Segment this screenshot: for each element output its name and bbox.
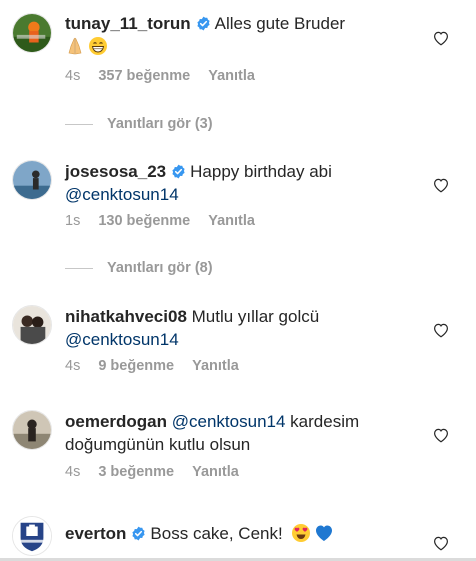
verified-badge-icon [196, 16, 211, 31]
reply-button[interactable]: Yanıtla [192, 358, 239, 374]
comment-time[interactable]: 4s [65, 464, 80, 480]
comment-body: tunay_11_torun Alles gute Bruder [65, 12, 426, 58]
folded-hands-emoji [65, 36, 85, 56]
divider-line [65, 123, 93, 125]
like-heart-icon[interactable] [432, 534, 450, 552]
comment-body: everton Boss cake, Cenk! [65, 522, 426, 545]
reply-button[interactable]: Yanıtla [208, 68, 255, 84]
comment-body: nihatkahveci08 Mutlu yıllar golcü @cenkt… [65, 305, 426, 351]
mention-link[interactable]: @cenktosun14 [65, 330, 179, 349]
verified-badge-icon [131, 526, 146, 541]
comment-time[interactable]: 4s [65, 358, 80, 374]
comment-likes[interactable]: 3 beğenme [98, 464, 174, 480]
comment-time[interactable]: 4s [65, 68, 80, 84]
mention-link[interactable]: @cenktosun14 [65, 185, 179, 204]
like-heart-icon[interactable] [432, 176, 450, 194]
comment-body: josesosa_23 Happy birthday abi @cenktosun… [65, 160, 426, 206]
like-heart-icon[interactable] [432, 321, 450, 339]
like-heart-icon[interactable] [432, 29, 450, 47]
avatar[interactable] [12, 410, 52, 450]
comment-username[interactable]: everton [65, 524, 126, 543]
avatar[interactable] [12, 13, 52, 53]
view-replies-label: Yanıtları gör (3) [107, 116, 213, 132]
comment-time[interactable]: 1s [65, 213, 80, 229]
mention-link[interactable]: @cenktosun14 [172, 412, 286, 431]
comment-username[interactable]: josesosa_23 [65, 162, 166, 181]
like-heart-icon[interactable] [432, 426, 450, 444]
comment-username[interactable]: nihatkahveci08 [65, 307, 187, 326]
comment-likes[interactable]: 130 beğenme [98, 213, 190, 229]
comment-text: Alles gute Bruder [214, 14, 346, 33]
comment-text: Boss cake, Cenk! [150, 524, 283, 543]
comment-likes[interactable]: 357 beğenme [98, 68, 190, 84]
comment-meta: 1s 130 beğenme Yanıtla [65, 213, 255, 229]
reply-button[interactable]: Yanıtla [192, 464, 239, 480]
comment-username[interactable]: tunay_11_torun [65, 14, 191, 33]
comment-meta: 4s 357 beğenme Yanıtla [65, 68, 255, 84]
comment-username[interactable]: oemerdogan [65, 412, 167, 431]
comment-meta: 4s 3 beğenme Yanıtla [65, 464, 239, 480]
comment-body: oemerdogan @cenktosun14 kardesim doğumgü… [65, 410, 426, 456]
view-replies-label: Yanıtları gör (8) [107, 260, 213, 276]
avatar[interactable] [12, 305, 52, 345]
verified-badge-icon [171, 164, 186, 179]
grinning-face-emoji [88, 36, 108, 56]
avatar[interactable] [12, 160, 52, 200]
comment-meta: 4s 9 beğenme Yanıtla [65, 358, 239, 374]
blue-heart-emoji [314, 523, 334, 543]
view-replies-button[interactable]: Yanıtları gör (3) [65, 114, 213, 134]
comment-text: Mutlu yıllar golcü [191, 307, 320, 326]
divider-line [65, 267, 93, 269]
comment-text: Happy birthday abi [190, 162, 332, 181]
reply-button[interactable]: Yanıtla [208, 213, 255, 229]
view-replies-button[interactable]: Yanıtları gör (8) [65, 258, 213, 278]
avatar[interactable] [12, 516, 52, 556]
comment-likes[interactable]: 9 beğenme [98, 358, 174, 374]
heart-eyes-emoji [291, 523, 311, 543]
